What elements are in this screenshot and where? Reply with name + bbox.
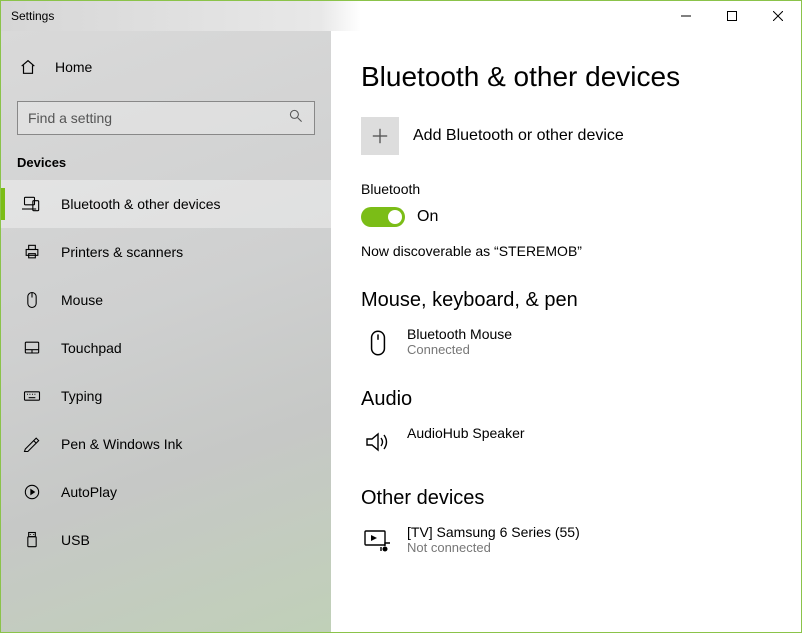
- speaker-icon: [361, 425, 395, 459]
- autoplay-icon: [21, 481, 43, 503]
- search-icon: [288, 108, 304, 129]
- section-heading-other: Other devices: [361, 487, 771, 510]
- search-input[interactable]: [28, 110, 288, 126]
- bluetooth-toggle-state: On: [417, 208, 438, 226]
- bluetooth-label: Bluetooth: [361, 181, 771, 197]
- sidebar-item-label: Pen & Windows Ink: [61, 436, 182, 452]
- device-status: Not connected: [407, 540, 580, 555]
- sidebar: Home Devices: [1, 31, 331, 632]
- pen-icon: [21, 433, 43, 455]
- window-body: Home Devices: [1, 31, 801, 632]
- device-name: AudioHub Speaker: [407, 425, 525, 441]
- sidebar-item-label: USB: [61, 532, 90, 548]
- sidebar-item-touchpad[interactable]: Touchpad: [1, 324, 331, 372]
- window-title: Settings: [11, 9, 54, 23]
- discoverable-text: Now discoverable as “STEREMOB”: [361, 243, 771, 259]
- sidebar-item-usb[interactable]: USB: [1, 516, 331, 564]
- devices-icon: [21, 193, 43, 215]
- home-icon: [17, 56, 39, 78]
- touchpad-icon: [21, 337, 43, 359]
- home-nav[interactable]: Home: [1, 47, 331, 87]
- sidebar-item-label: Bluetooth & other devices: [61, 196, 221, 212]
- device-name: Bluetooth Mouse: [407, 326, 512, 342]
- sidebar-item-printers[interactable]: Printers & scanners: [1, 228, 331, 276]
- search-box[interactable]: [17, 101, 315, 135]
- sidebar-item-label: Printers & scanners: [61, 244, 183, 260]
- section-heading-mouse: Mouse, keyboard, & pen: [361, 289, 771, 312]
- sidebar-nav-list: Bluetooth & other devices Printers & sca…: [1, 180, 331, 564]
- add-device-button[interactable]: Add Bluetooth or other device: [361, 117, 771, 155]
- printer-icon: [21, 241, 43, 263]
- keyboard-icon: [21, 385, 43, 407]
- sidebar-item-mouse[interactable]: Mouse: [1, 276, 331, 324]
- sidebar-item-label: AutoPlay: [61, 484, 117, 500]
- maximize-button[interactable]: [709, 1, 755, 31]
- content-pane: Bluetooth & other devices Add Bluetooth …: [331, 31, 801, 632]
- usb-icon: [21, 529, 43, 551]
- page-title: Bluetooth & other devices: [361, 61, 771, 93]
- search-wrap: [1, 101, 331, 151]
- device-row[interactable]: Bluetooth Mouse Connected: [361, 322, 771, 378]
- sidebar-item-label: Touchpad: [61, 340, 122, 356]
- minimize-button[interactable]: [663, 1, 709, 31]
- sidebar-section-label: Devices: [1, 151, 331, 180]
- sidebar-item-autoplay[interactable]: AutoPlay: [1, 468, 331, 516]
- mouse-icon: [361, 326, 395, 360]
- device-status: Connected: [407, 342, 512, 357]
- device-row[interactable]: [TV] Samsung 6 Series (55) Not connected: [361, 520, 771, 576]
- bluetooth-toggle[interactable]: [361, 207, 405, 227]
- sidebar-item-bluetooth[interactable]: Bluetooth & other devices: [1, 180, 331, 228]
- tv-icon: [361, 524, 395, 558]
- plus-icon: [361, 117, 399, 155]
- section-heading-audio: Audio: [361, 388, 771, 411]
- titlebar: Settings: [1, 1, 801, 31]
- home-label: Home: [55, 59, 92, 75]
- bluetooth-toggle-row: On: [361, 207, 771, 227]
- device-row[interactable]: AudioHub Speaker: [361, 421, 771, 477]
- sidebar-item-label: Mouse: [61, 292, 103, 308]
- settings-window: Settings Home: [0, 0, 802, 633]
- device-name: [TV] Samsung 6 Series (55): [407, 524, 580, 540]
- mouse-icon: [21, 289, 43, 311]
- sidebar-item-label: Typing: [61, 388, 102, 404]
- add-device-label: Add Bluetooth or other device: [413, 127, 624, 145]
- sidebar-item-typing[interactable]: Typing: [1, 372, 331, 420]
- sidebar-item-pen[interactable]: Pen & Windows Ink: [1, 420, 331, 468]
- close-button[interactable]: [755, 1, 801, 31]
- window-controls: [663, 1, 801, 31]
